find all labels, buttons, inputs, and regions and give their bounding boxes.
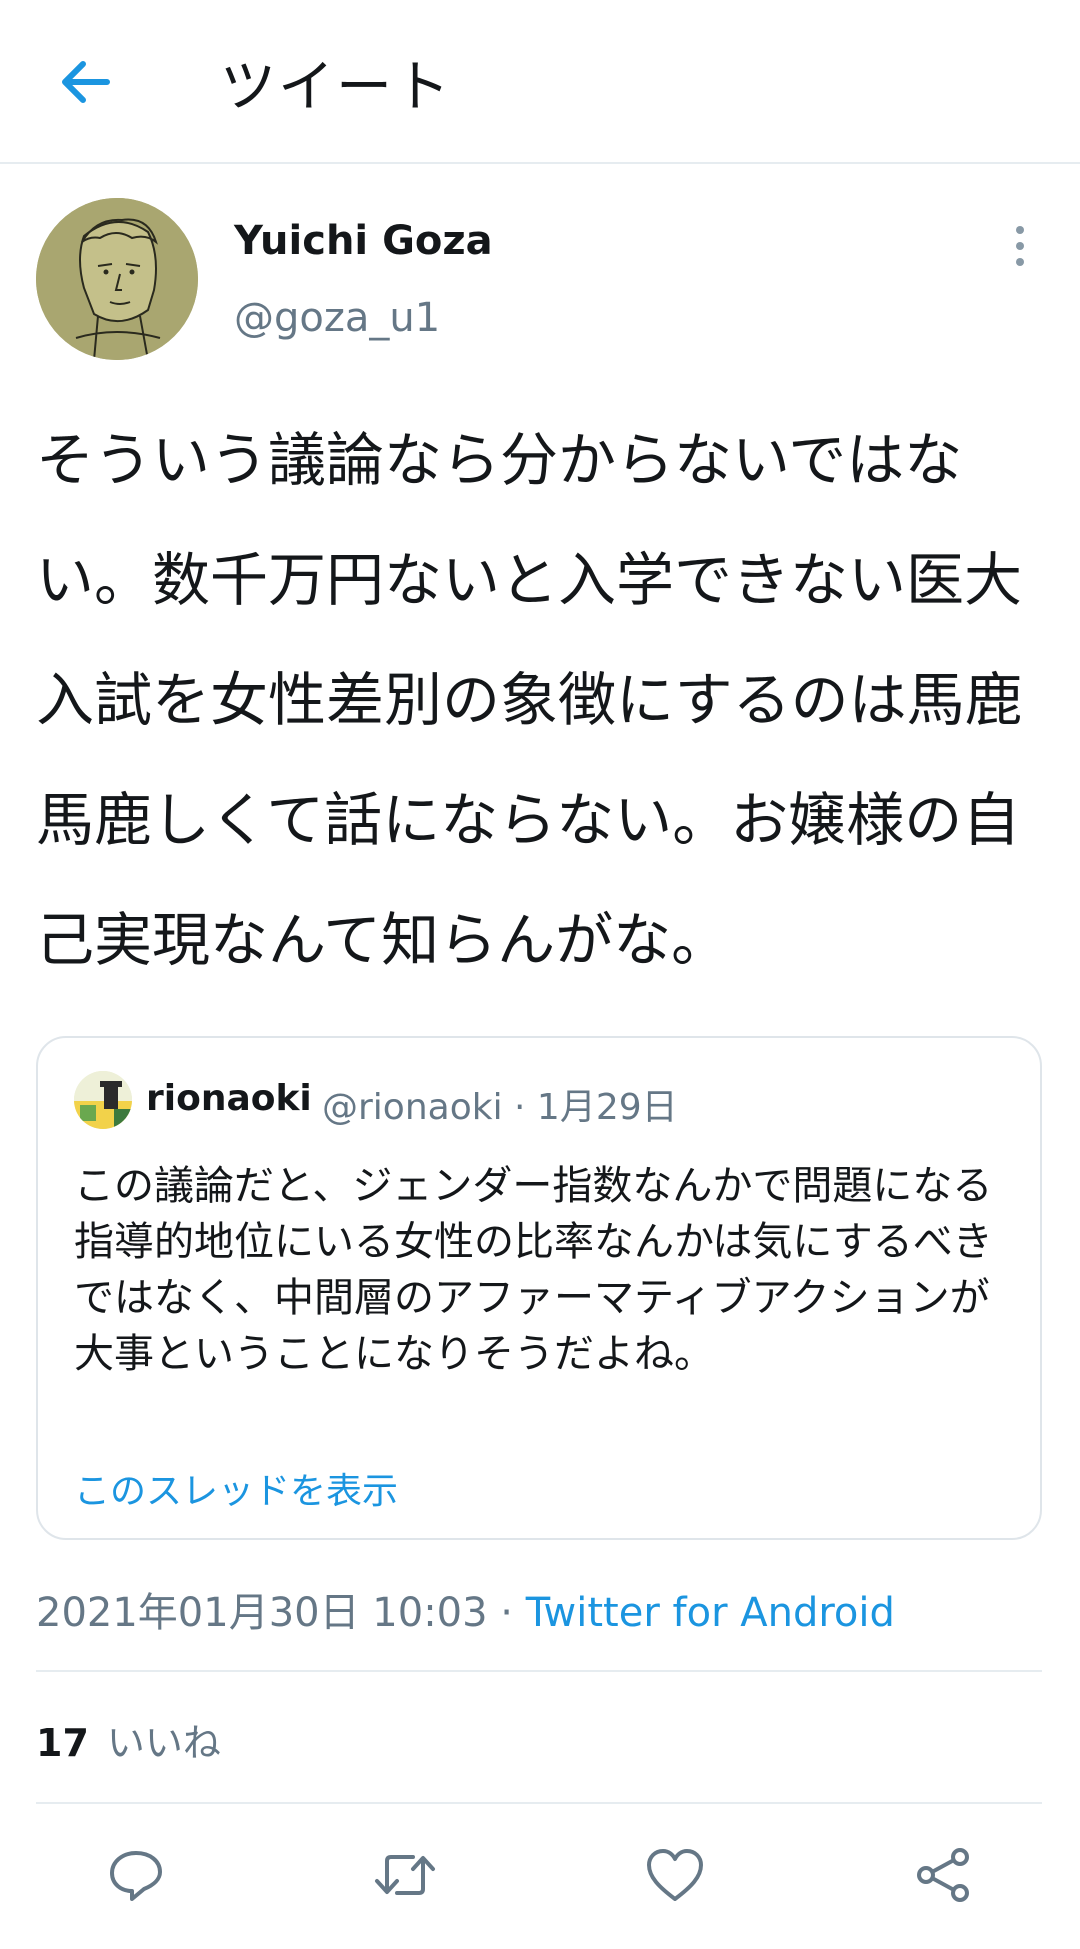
show-thread-link[interactable]: このスレッドを表示 xyxy=(74,1462,398,1514)
tweet-text: そういう議論なら分からないではない。数千万円ないと入学できない医大入試を女性差別… xyxy=(36,426,1023,974)
reply-icon xyxy=(110,1851,162,1901)
page-title: ツイート xyxy=(220,55,452,120)
quoted-author-handle: @rionaoki · 1月29日 xyxy=(322,1087,678,1128)
divider xyxy=(36,1802,1042,1804)
retweet-icon xyxy=(375,1855,435,1895)
tweet-meta: 2021年01月30日 10:03 · Twitter for Android xyxy=(36,1580,895,1638)
likes-stat[interactable]: 17 いいね xyxy=(36,1712,221,1767)
quoted-author-name: rionaoki xyxy=(146,1078,312,1119)
retweet-button[interactable] xyxy=(370,1840,440,1910)
author-name[interactable]: Yuichi Goza xyxy=(234,218,493,264)
quoted-tweet-text: この議論だと、ジェンダー指数なんかで問題になる指導的地位にいる女性の比率なんかは… xyxy=(74,1163,993,1377)
quoted-avatar-image xyxy=(74,1071,132,1129)
tweet-source[interactable]: Twitter for Android xyxy=(526,1590,895,1636)
likes-count: 17 xyxy=(36,1721,89,1765)
like-icon xyxy=(647,1849,703,1901)
back-button[interactable] xyxy=(50,52,120,112)
likes-label: いいね xyxy=(106,1721,221,1765)
top-bar xyxy=(0,0,1080,164)
more-options-button[interactable] xyxy=(1000,224,1040,268)
reply-button[interactable] xyxy=(101,1840,171,1910)
quoted-author-avatar xyxy=(74,1071,132,1129)
like-button[interactable] xyxy=(640,1840,710,1910)
share-icon xyxy=(917,1848,969,1902)
share-button[interactable] xyxy=(909,1840,979,1910)
avatar-illustration xyxy=(36,198,198,360)
author-avatar[interactable] xyxy=(36,198,198,360)
tweet-timestamp[interactable]: 2021年01月30日 10:03 · xyxy=(36,1590,526,1636)
divider xyxy=(36,1670,1042,1672)
more-vertical-icon xyxy=(1016,226,1024,266)
arrow-left-icon xyxy=(62,61,110,103)
author-handle[interactable]: @goza_u1 xyxy=(234,295,440,341)
